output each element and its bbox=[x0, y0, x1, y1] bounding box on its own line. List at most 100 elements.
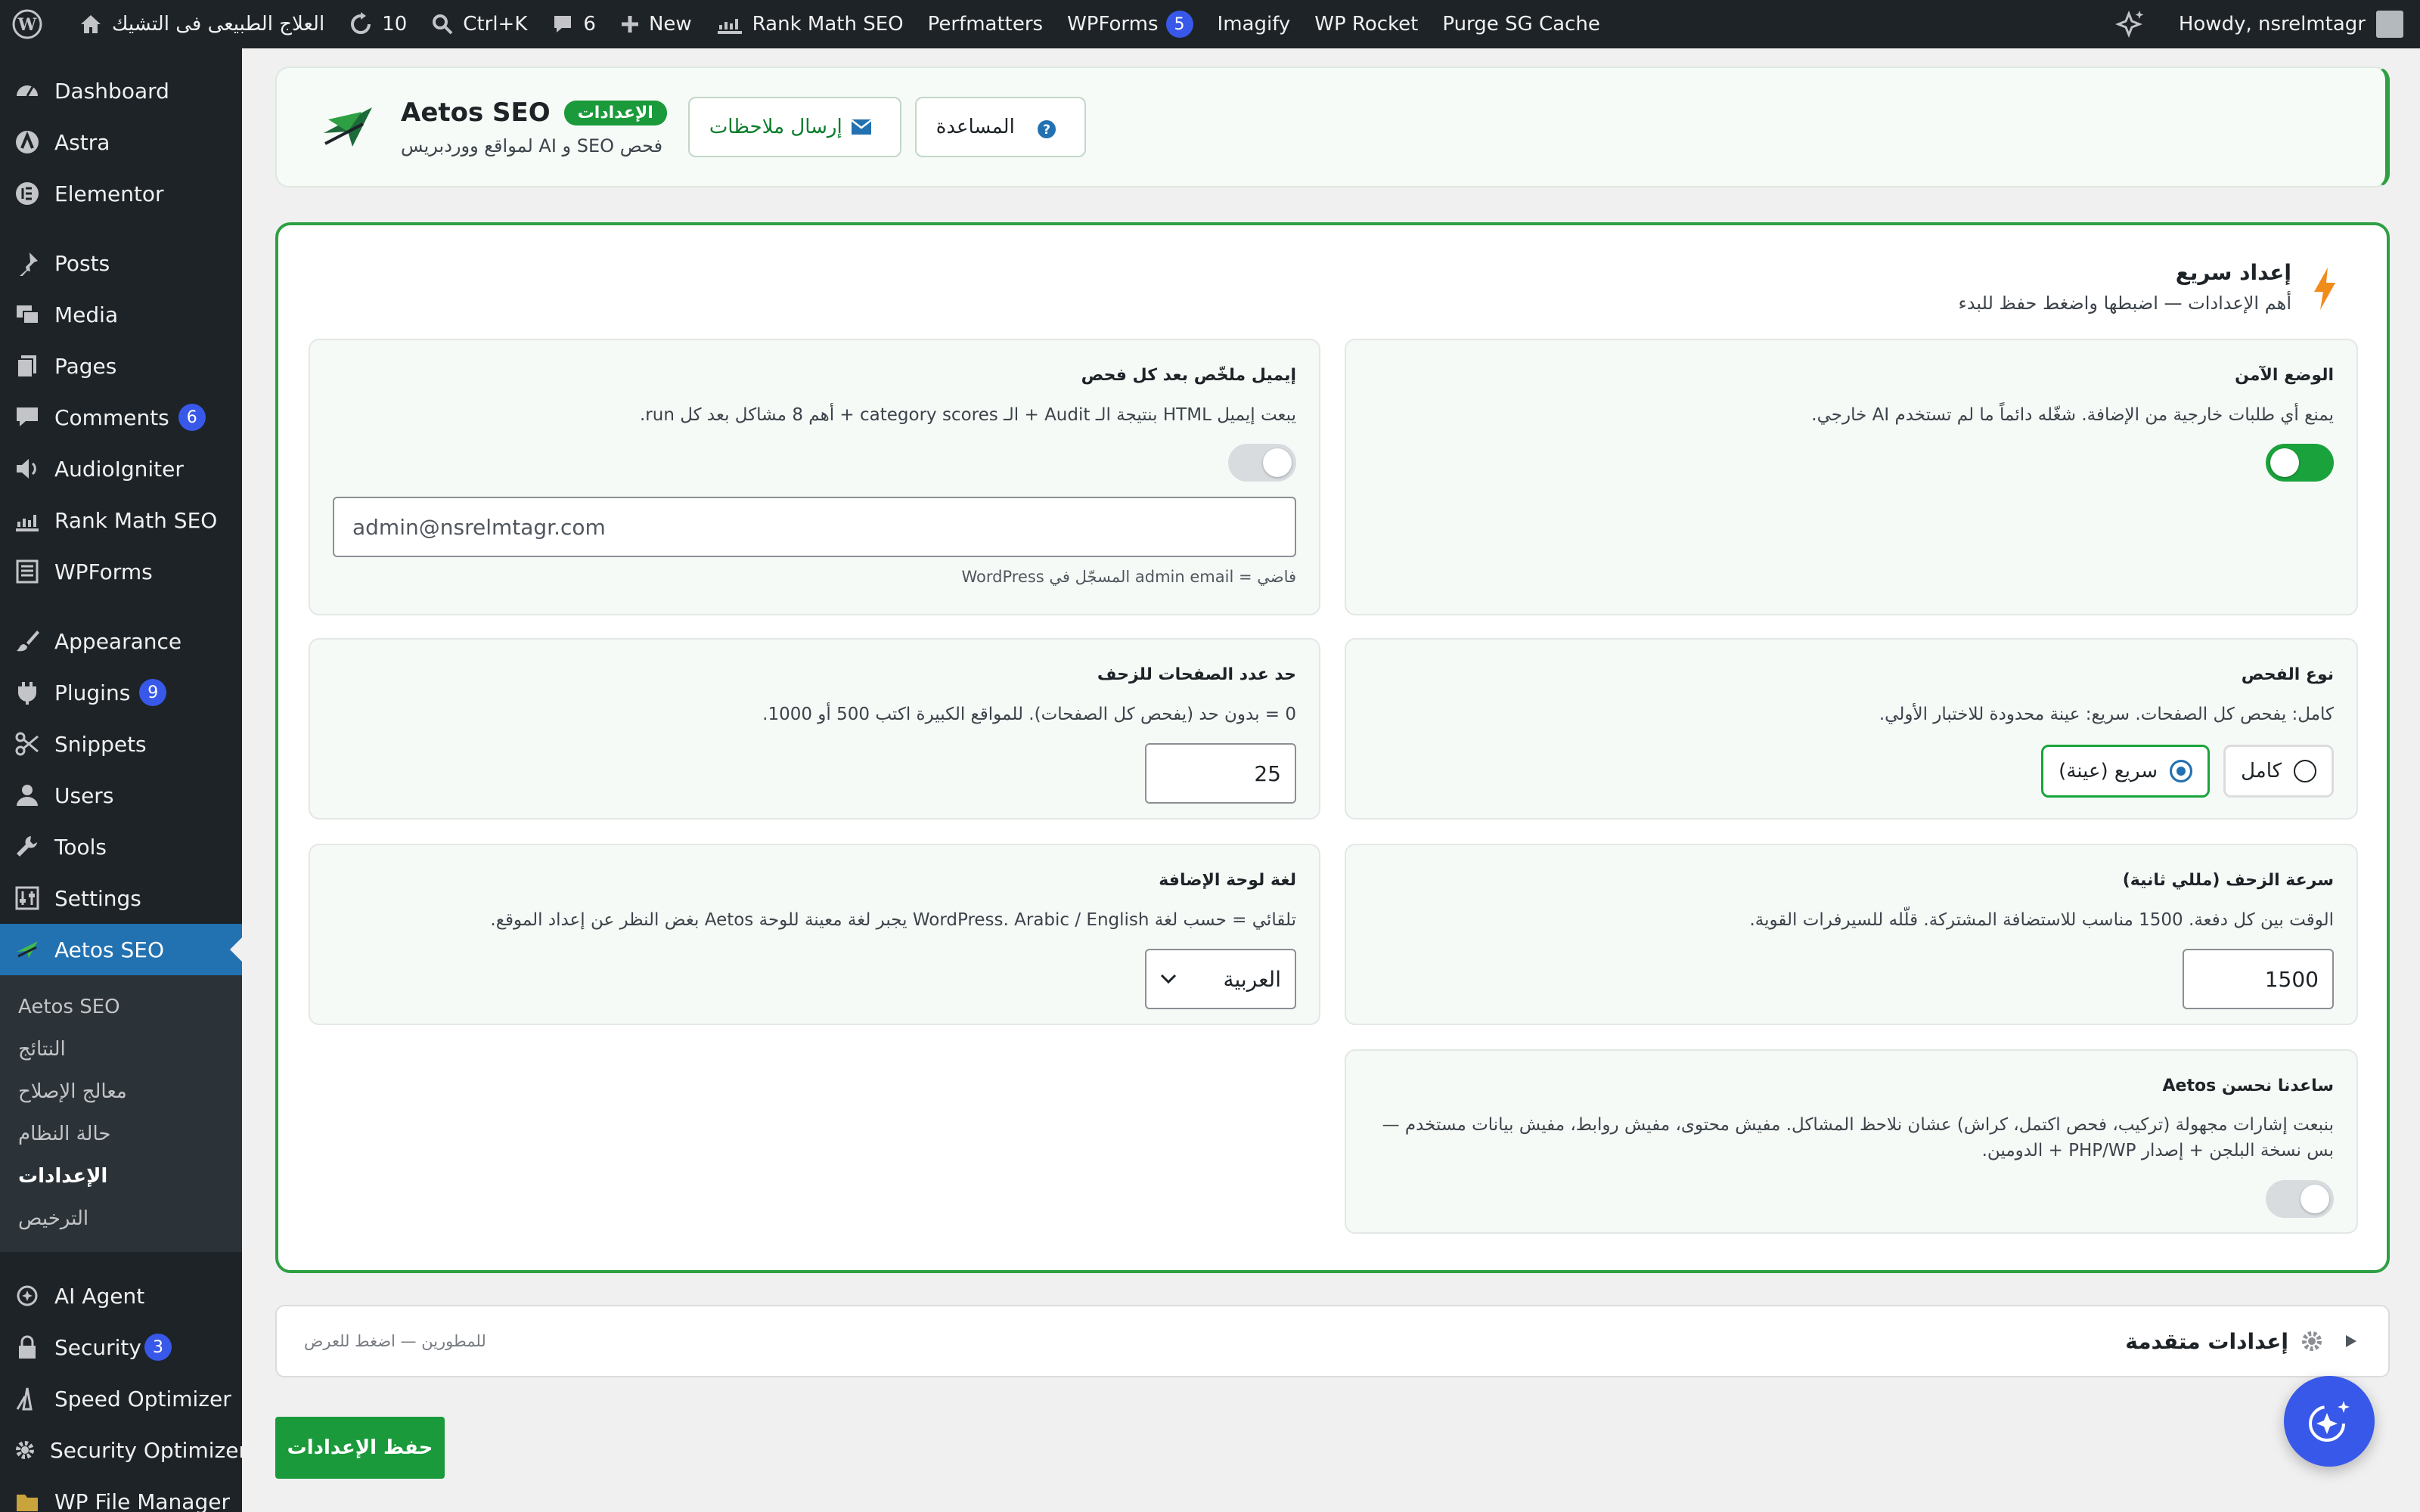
submenu-item-system-status[interactable]: حالة النظام bbox=[0, 1113, 242, 1155]
avatar bbox=[2376, 11, 2403, 38]
new-content-link[interactable]: New bbox=[608, 0, 704, 48]
submenu-item-fix-wizard[interactable]: معالج الإصلاح bbox=[0, 1070, 242, 1113]
sidebar-item-plugins[interactable]: Plugins 9 bbox=[0, 667, 242, 718]
sparkle-icon bbox=[2309, 1401, 2350, 1442]
wp-rocket-link[interactable]: WP Rocket bbox=[1302, 0, 1430, 48]
option-help-improve: ساعدنا نحسن Aetos بنبعت إشارات مجهولة (ت… bbox=[1345, 1049, 2358, 1234]
sidebar-item-security-optimizer[interactable]: Security Optimizer bbox=[0, 1424, 247, 1476]
submenu-item-results[interactable]: النتائج bbox=[0, 1028, 242, 1070]
crawl-speed-input[interactable]: 1500 bbox=[2183, 949, 2334, 1009]
imagify-link[interactable]: Imagify bbox=[1205, 0, 1303, 48]
sidebar-item-elementor[interactable]: Elementor bbox=[0, 168, 242, 219]
advanced-settings-toggle[interactable]: إعدادات متقدمة للمطورين — اضغط للعرض bbox=[275, 1305, 2390, 1377]
ai-icon bbox=[12, 1281, 42, 1311]
sidebar-item-settings[interactable]: Settings bbox=[0, 872, 242, 924]
form-icon bbox=[12, 556, 42, 587]
summary-email-hint: فاضي = admin email المسجّل في WordPress bbox=[961, 568, 1297, 586]
toggle-knob bbox=[1263, 448, 1292, 477]
refresh-icon bbox=[351, 12, 371, 34]
help-label: المساعدة bbox=[935, 116, 1015, 138]
command-palette-link[interactable]: Ctrl+K bbox=[419, 0, 539, 48]
shortcut-label: Ctrl+K bbox=[463, 13, 528, 36]
radio-circle bbox=[2294, 760, 2316, 782]
sidebar-item-pages[interactable]: Pages bbox=[0, 340, 242, 392]
sidebar-item-media[interactable]: Media bbox=[0, 289, 242, 340]
sidebar-item-security[interactable]: Security 3 bbox=[0, 1321, 242, 1373]
rank-math-link[interactable]: Rank Math SEO bbox=[704, 0, 916, 48]
mail-icon bbox=[850, 119, 872, 135]
main-content: Aetos SEO الإعدادات فحص SEO و AI لمواقع … bbox=[275, 67, 2390, 1377]
sidebar-item-audioigniter[interactable]: AudioIgniter bbox=[0, 443, 242, 494]
purge-cache-link[interactable]: Purge SG Cache bbox=[1430, 0, 1612, 48]
sidebar-item-label: Appearance bbox=[54, 628, 182, 654]
sidebar-item-label: Media bbox=[54, 302, 119, 327]
sidebar-item-rank-math[interactable]: Rank Math SEO bbox=[0, 494, 242, 546]
send-feedback-button[interactable]: إرسال ملاحظات bbox=[687, 97, 901, 157]
toggle-knob bbox=[2270, 448, 2299, 477]
comment-icon bbox=[12, 402, 42, 432]
sidebar-item-label: Snippets bbox=[54, 731, 147, 757]
sidebar-item-speed-optimizer[interactable]: Speed Optimizer bbox=[0, 1373, 242, 1424]
sidebar-item-label: WP File Manager bbox=[54, 1489, 230, 1512]
sidebar-item-label: Speed Optimizer bbox=[54, 1386, 231, 1411]
scissors-icon bbox=[12, 729, 42, 759]
sidebar-item-label: Security Optimizer bbox=[50, 1437, 247, 1463]
email-summary-title: إيميل ملخّص بعد كل فحص bbox=[1081, 366, 1296, 385]
imagify-label: Imagify bbox=[1217, 13, 1291, 36]
search-icon bbox=[433, 14, 453, 35]
safe-mode-toggle[interactable] bbox=[2266, 444, 2334, 482]
selected-language: العربية bbox=[1223, 966, 1281, 992]
new-label: New bbox=[648, 13, 692, 36]
sidebar-item-users[interactable]: Users bbox=[0, 770, 242, 821]
plugin-title: Aetos SEO bbox=[401, 98, 551, 128]
radio-circle bbox=[2170, 760, 2193, 782]
save-settings-button[interactable]: حفظ الإعدادات bbox=[275, 1417, 445, 1479]
comments-link[interactable]: 6 bbox=[539, 0, 608, 48]
submenu-item-settings[interactable]: الإعدادات bbox=[0, 1155, 242, 1198]
brush-icon bbox=[12, 626, 42, 656]
sidebar-item-snippets[interactable]: Snippets bbox=[0, 718, 242, 770]
sidebar-item-appearance[interactable]: Appearance bbox=[0, 615, 242, 667]
sidebar-item-wp-file-manager[interactable]: WP File Manager bbox=[0, 1476, 242, 1512]
sidebar-item-posts[interactable]: Posts bbox=[0, 237, 242, 289]
scan-type-quick-radio[interactable]: سريع (عينة) bbox=[2041, 745, 2211, 798]
sidebar-item-label: Aetos SEO bbox=[54, 937, 164, 962]
howdy-text: Howdy, nsrelmtagr bbox=[2178, 13, 2366, 36]
panel-language-select[interactable]: العربية bbox=[1145, 949, 1296, 1009]
email-summary-toggle[interactable] bbox=[1228, 444, 1296, 482]
sidebar-item-wpforms[interactable]: WPForms bbox=[0, 546, 242, 597]
aetos-icon bbox=[12, 934, 42, 965]
ai-assistant-fab[interactable] bbox=[2284, 1376, 2375, 1467]
help-button[interactable]: المساعدة ? bbox=[914, 97, 1086, 157]
scan-type-full-radio[interactable]: كامل bbox=[2223, 745, 2334, 798]
wpforms-link[interactable]: WPForms 5 bbox=[1055, 0, 1205, 48]
sidebar-item-aetos-seo[interactable]: Aetos SEO bbox=[0, 924, 242, 975]
sidebar-item-dashboard[interactable]: Dashboard bbox=[0, 65, 242, 116]
sidebar-item-label: Dashboard bbox=[54, 78, 169, 104]
panel-language-title: لغة لوحة الإضافة bbox=[1159, 871, 1296, 890]
submenu-item-license[interactable]: الترخيص bbox=[0, 1198, 242, 1240]
summary-email-input[interactable]: admin@nsrelmtagr.com bbox=[333, 497, 1296, 557]
help-improve-toggle[interactable] bbox=[2266, 1180, 2334, 1218]
radio-label: كامل bbox=[2241, 760, 2282, 782]
brand-title-row: Aetos SEO الإعدادات bbox=[401, 98, 667, 128]
sidebar-item-tools[interactable]: Tools bbox=[0, 821, 242, 872]
gear-icon bbox=[2302, 1331, 2322, 1351]
sidebar-item-label: Posts bbox=[54, 250, 110, 276]
wordpress-logo-icon[interactable]: W bbox=[0, 0, 67, 48]
page-limit-input[interactable]: 25 bbox=[1145, 743, 1296, 804]
sidebar-item-label: Comments bbox=[54, 404, 169, 430]
sidebar-item-comments[interactable]: Comments 6 bbox=[0, 392, 242, 443]
sidebar-item-ai-agent[interactable]: AI Agent bbox=[0, 1270, 242, 1321]
sidebar-item-label: Pages bbox=[54, 353, 117, 379]
my-account-link[interactable]: Howdy, nsrelmtagr bbox=[2167, 0, 2420, 48]
perfmatters-link[interactable]: Perfmatters bbox=[916, 0, 1055, 48]
updates-link[interactable]: 10 bbox=[337, 0, 419, 48]
ai-sparkle-button[interactable] bbox=[2103, 0, 2167, 48]
site-name-link[interactable]: العلاج الطبيعى فى التشيك bbox=[67, 0, 337, 48]
submenu-item-aetos-seo[interactable]: Aetos SEO bbox=[0, 986, 242, 1028]
sidebar-item-astra[interactable]: Astra bbox=[0, 116, 242, 168]
site-name: العلاج الطبيعى فى التشيك bbox=[112, 13, 325, 36]
security-badge: 3 bbox=[144, 1334, 172, 1361]
perfmatters-label: Perfmatters bbox=[927, 13, 1044, 36]
